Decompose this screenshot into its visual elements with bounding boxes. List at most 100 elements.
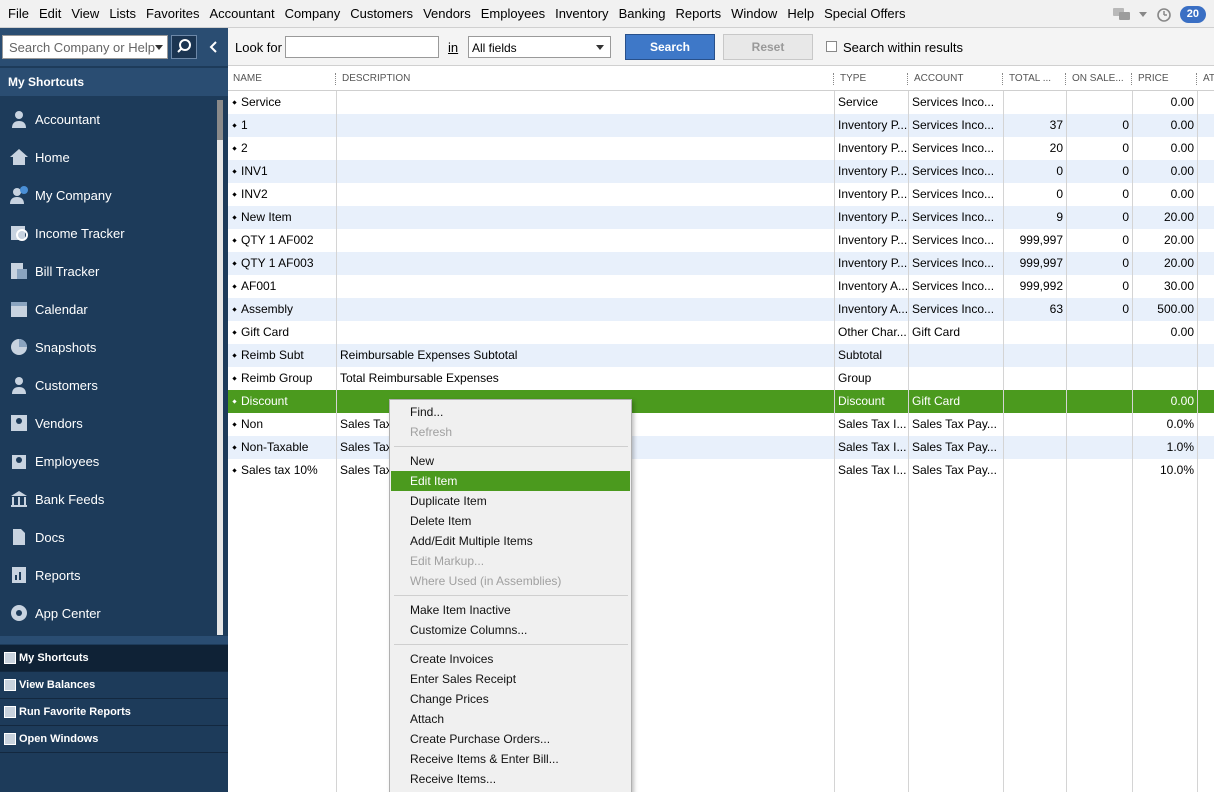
column-resize-handle[interactable]: [1131, 73, 1132, 85]
sidebar-item-employees[interactable]: Employees: [0, 442, 218, 480]
cell-name: AF001: [228, 275, 337, 298]
sidebar-item-income-tracker[interactable]: Income Tracker: [0, 214, 218, 252]
column-header-total[interactable]: TOTAL ...: [1004, 67, 1067, 91]
collapse-sidebar-button[interactable]: [203, 35, 225, 59]
search-button[interactable]: Search: [625, 34, 715, 60]
menu-item-enter-sales-receipt[interactable]: Enter Sales Receipt: [391, 669, 630, 689]
column-header-account[interactable]: ACCOUNT: [909, 67, 1004, 91]
sidebar-item-label: App Center: [35, 605, 101, 621]
sidebar-item-bank-feeds[interactable]: Bank Feeds: [0, 480, 218, 518]
menu-inventory[interactable]: Inventory: [550, 0, 613, 28]
cell-price: 0.00: [1170, 164, 1194, 178]
menu-item-find[interactable]: Find...: [391, 402, 630, 422]
column-header-type[interactable]: TYPE: [835, 67, 909, 91]
column-resize-handle[interactable]: [1196, 73, 1197, 85]
tab-my-shortcuts[interactable]: My Shortcuts: [0, 645, 228, 672]
sidebar-item-vendors[interactable]: Vendors: [0, 404, 218, 442]
cell-total: 63: [1049, 302, 1063, 316]
search-field-select[interactable]: All fields: [468, 36, 611, 58]
cell-price: 1.0%: [1166, 440, 1194, 454]
sidebar-splitter[interactable]: [0, 636, 228, 644]
column-resize-handle[interactable]: [1002, 73, 1003, 85]
search-within-results-checkbox[interactable]: [826, 41, 837, 52]
menu-special-offers[interactable]: Special Offers: [819, 0, 910, 28]
menu-item-add-edit-multiple-items[interactable]: Add/Edit Multiple Items: [391, 531, 630, 551]
column-header-description[interactable]: DESCRIPTION: [337, 67, 835, 91]
sidebar-item-calendar[interactable]: Calendar: [0, 290, 218, 328]
column-resize-handle[interactable]: [335, 73, 336, 85]
menu-item-change-prices[interactable]: Change Prices: [391, 689, 630, 709]
column-divider: [1003, 91, 1004, 792]
cell-total: 37: [1049, 118, 1063, 132]
menu-item-edit-item[interactable]: Edit Item: [391, 471, 630, 491]
cell-account: [909, 344, 1004, 367]
column-header-at[interactable]: AT: [1198, 67, 1214, 91]
tab-open-windows[interactable]: Open Windows: [0, 726, 228, 753]
sidebar-item-customers[interactable]: Customers: [0, 366, 218, 404]
chevron-down-icon[interactable]: [155, 45, 163, 50]
sidebar-item-my-company[interactable]: My Company: [0, 176, 218, 214]
menu-customers[interactable]: Customers: [345, 0, 418, 28]
sidebar-item-docs[interactable]: Docs: [0, 518, 218, 556]
menu-window[interactable]: Window: [726, 0, 782, 28]
search-go-button[interactable]: [171, 35, 197, 59]
menu-item-delete-item[interactable]: Delete Item: [391, 511, 630, 531]
sidebar-item-bill-tracker[interactable]: Bill Tracker: [0, 252, 218, 290]
tab-label: Open Windows: [19, 733, 99, 745]
menu-reports[interactable]: Reports: [671, 0, 727, 28]
cell-name: INV1: [228, 160, 337, 183]
tab-view-balances[interactable]: View Balances: [0, 672, 228, 699]
menu-item-create-invoices[interactable]: Create Invoices: [391, 649, 630, 669]
menu-item-receive-items-enter-bill[interactable]: Receive Items & Enter Bill...: [391, 749, 630, 769]
menu-item-create-purchase-orders[interactable]: Create Purchase Orders...: [391, 729, 630, 749]
menu-banking[interactable]: Banking: [614, 0, 671, 28]
cell-description: [337, 206, 835, 229]
menu-item-attach[interactable]: Attach: [391, 709, 630, 729]
cell-on-sale: [1067, 459, 1133, 482]
sidebar-item-home[interactable]: Home: [0, 138, 218, 176]
menu-edit[interactable]: Edit: [34, 0, 66, 28]
column-resize-handle[interactable]: [907, 73, 908, 85]
reset-button[interactable]: Reset: [723, 34, 813, 60]
sidebar-item-reports[interactable]: Reports: [0, 556, 218, 594]
company-search-input[interactable]: Search Company or Help: [2, 35, 168, 59]
menu-item-duplicate-item[interactable]: Duplicate Item: [391, 491, 630, 511]
menu-item-make-item-inactive[interactable]: Make Item Inactive: [391, 600, 630, 620]
scrollbar-thumb[interactable]: [217, 100, 223, 140]
menu-company[interactable]: Company: [280, 0, 346, 28]
search-within-results-label: Search within results: [843, 40, 963, 55]
look-for-input[interactable]: [285, 36, 439, 58]
menu-file[interactable]: File: [0, 0, 34, 28]
column-resize-handle[interactable]: [1065, 73, 1066, 85]
tab-icon: [4, 733, 16, 745]
column-header-on-sale[interactable]: ON SALE...: [1067, 67, 1133, 91]
column-resize-handle[interactable]: [833, 73, 834, 85]
menu-accountant[interactable]: Accountant: [205, 0, 280, 28]
menu-favorites[interactable]: Favorites: [141, 0, 204, 28]
chevron-down-icon[interactable]: [1138, 10, 1148, 18]
sidebar-item-accountant[interactable]: Accountant: [0, 100, 218, 138]
notification-count-badge[interactable]: 20: [1179, 5, 1206, 23]
menu-vendors[interactable]: Vendors: [418, 0, 476, 28]
menu-employees[interactable]: Employees: [476, 0, 550, 28]
messages-icon[interactable]: [1112, 6, 1132, 22]
menu-item-edit-markup: Edit Markup...: [410, 554, 485, 568]
column-divider: [1197, 91, 1198, 792]
tab-run-favorite-reports[interactable]: Run Favorite Reports: [0, 699, 228, 726]
column-header-name[interactable]: NAME: [228, 67, 337, 91]
menu-view[interactable]: View: [66, 0, 104, 28]
menu-item-new[interactable]: New: [391, 451, 630, 471]
alarm-clock-icon[interactable]: [1154, 6, 1174, 22]
menu-item-customize-columns[interactable]: Customize Columns...: [391, 620, 630, 640]
sidebar-item-label: My Company: [35, 187, 112, 203]
menu-help[interactable]: Help: [782, 0, 819, 28]
column-header-price[interactable]: PRICE: [1133, 67, 1198, 91]
sidebar-scrollbar[interactable]: [217, 100, 223, 635]
item-list-table: NAME DESCRIPTION TYPE ACCOUNT TOTAL ... ON SA…: [228, 67, 1214, 792]
sidebar-item-app-center[interactable]: App Center: [0, 594, 218, 632]
sidebar-item-snapshots[interactable]: Snapshots: [0, 328, 218, 366]
menu-lists[interactable]: Lists: [104, 0, 141, 28]
sidebar-bottom-tabs: My Shortcuts View Balances Run Favorite Re…: [0, 645, 228, 753]
menu-item-receive-items[interactable]: Receive Items...: [391, 769, 630, 789]
column-divider: [908, 91, 909, 792]
